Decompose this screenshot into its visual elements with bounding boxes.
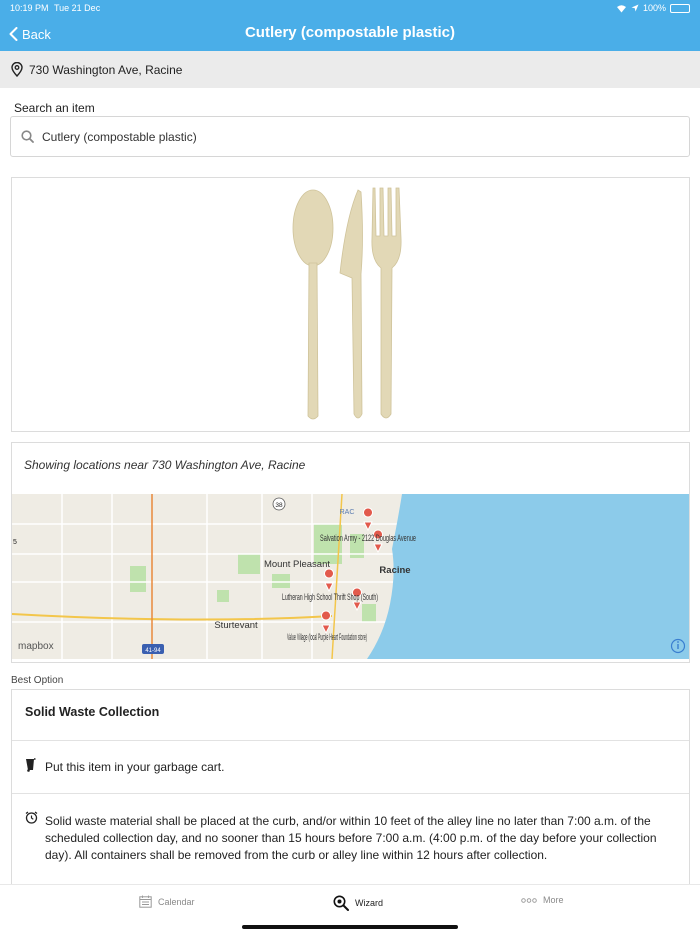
- wifi-icon: [616, 4, 626, 12]
- map-marker-label: Salvation Army - 2122 Douglas Avenue: [320, 533, 416, 543]
- best-option-title-row: Solid Waste Collection: [12, 690, 689, 741]
- battery-icon: [670, 3, 690, 13]
- instruction-row: Put this item in your garbage cart.: [12, 741, 689, 794]
- address-text: 730 Washington Ave, Racine: [29, 62, 183, 77]
- map-place-label: Mount Pleasant: [264, 559, 330, 570]
- tab-label: Calendar: [158, 896, 195, 907]
- instruction-text: Put this item in your garbage cart.: [45, 760, 225, 774]
- battery-percent: 100%: [642, 3, 666, 13]
- cutlery-image: [292, 187, 402, 420]
- tab-label: More: [543, 895, 564, 905]
- spoon-image: [292, 189, 334, 267]
- lake-michigan: [367, 494, 689, 659]
- location-arrow-icon: [631, 4, 639, 12]
- home-indicator: [242, 925, 458, 929]
- status-date: Tue 21 Dec: [54, 3, 101, 13]
- wizard-search-icon: [333, 895, 349, 911]
- calendar-icon: [139, 895, 152, 908]
- tab-more[interactable]: More: [521, 895, 564, 905]
- best-option-title: Solid Waste Collection: [25, 705, 160, 719]
- map-road-label: 5: [13, 539, 17, 546]
- location-pin-icon: [11, 62, 23, 77]
- map-road-label: 38: [275, 502, 283, 509]
- map-place-label: Racine: [379, 565, 410, 576]
- knife-image: [339, 189, 363, 419]
- map-place-label: Sturtevant: [214, 620, 258, 631]
- details-text: Solid waste material shall be placed at …: [45, 814, 657, 862]
- item-image-card: [11, 177, 690, 432]
- garbage-cart-icon: [26, 758, 36, 772]
- locations-card: Showing locations near 730 Washington Av…: [11, 442, 690, 663]
- status-indicators: 100%: [616, 3, 690, 13]
- tab-wizard[interactable]: Wizard: [333, 895, 383, 911]
- alarm-clock-icon: [25, 811, 38, 824]
- tab-calendar[interactable]: Calendar: [139, 895, 195, 908]
- fork-image: [371, 187, 402, 419]
- map-road-label: RAC: [340, 509, 355, 516]
- mapbox-attribution: mapbox: [18, 641, 54, 652]
- page-title: Cutlery (compostable plastic): [244, 24, 456, 41]
- tab-bar: Calendar Wizard More: [0, 884, 700, 934]
- details-row: Solid waste material shall be placed at …: [12, 794, 689, 884]
- search-icon: [21, 130, 34, 143]
- status-time: 10:19 PM: [10, 3, 49, 13]
- more-dots-icon: [521, 897, 537, 903]
- best-option-label: Best Option: [11, 675, 64, 686]
- top-bar: 10:19 PM Tue 21 Dec 100% Back Cutlery (c…: [0, 0, 700, 51]
- map-view[interactable]: 41-94 38 RAC 5 Mount Pleasant Racine Stu…: [12, 494, 689, 659]
- search-value: Cutlery (compostable plastic): [42, 129, 197, 144]
- search-input[interactable]: Cutlery (compostable plastic): [10, 116, 690, 157]
- search-label: Search an item: [14, 101, 95, 115]
- tab-label: Wizard: [355, 898, 384, 908]
- map-marker-label: Lutheran High School Thrift Shop (South): [282, 592, 378, 602]
- map-road-label: 41-94: [145, 648, 161, 654]
- status-bar: 10:19 PM Tue 21 Dec 100%: [10, 3, 690, 17]
- map-marker-label: Value Village (local Purple Heart Founda…: [287, 632, 367, 642]
- address-bar[interactable]: 730 Washington Ave, Racine: [0, 51, 700, 88]
- best-option-panel: Solid Waste Collection Put this item in …: [11, 689, 690, 884]
- locations-heading: Showing locations near 730 Washington Av…: [24, 458, 306, 472]
